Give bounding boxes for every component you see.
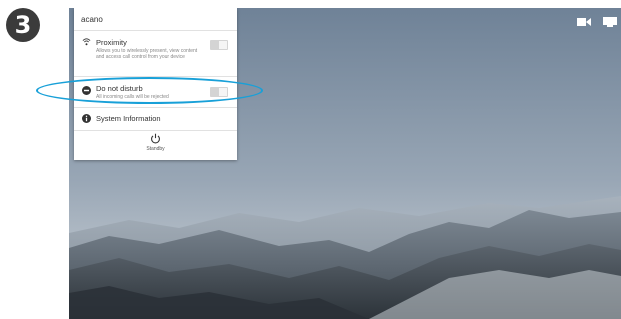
device-screen: acano Proximity Allows you to wirelessly… [69, 8, 621, 319]
info-icon [82, 114, 91, 123]
step-number-badge: 3 [6, 8, 40, 42]
proximity-toggle[interactable] [210, 40, 228, 50]
proximity-label: Proximity [96, 38, 127, 47]
system-information-row[interactable]: System Information [74, 108, 237, 130]
proximity-row[interactable]: Proximity Allows you to wirelessly prese… [74, 30, 237, 76]
toggle-knob [219, 41, 227, 49]
divider [74, 130, 237, 131]
wifi-icon [82, 38, 91, 46]
system-information-label: System Information [96, 114, 161, 123]
standby-button[interactable]: Standby [74, 133, 237, 152]
camera-icon[interactable] [577, 17, 591, 27]
top-icons [577, 17, 617, 27]
display-icon[interactable] [603, 17, 617, 27]
standby-label: Standby [146, 146, 165, 152]
proximity-description: Allows you to wirelessly present, view c… [96, 48, 198, 60]
panel-title: acano [81, 15, 103, 24]
power-icon [151, 133, 160, 144]
highlight-ellipse [36, 77, 263, 104]
